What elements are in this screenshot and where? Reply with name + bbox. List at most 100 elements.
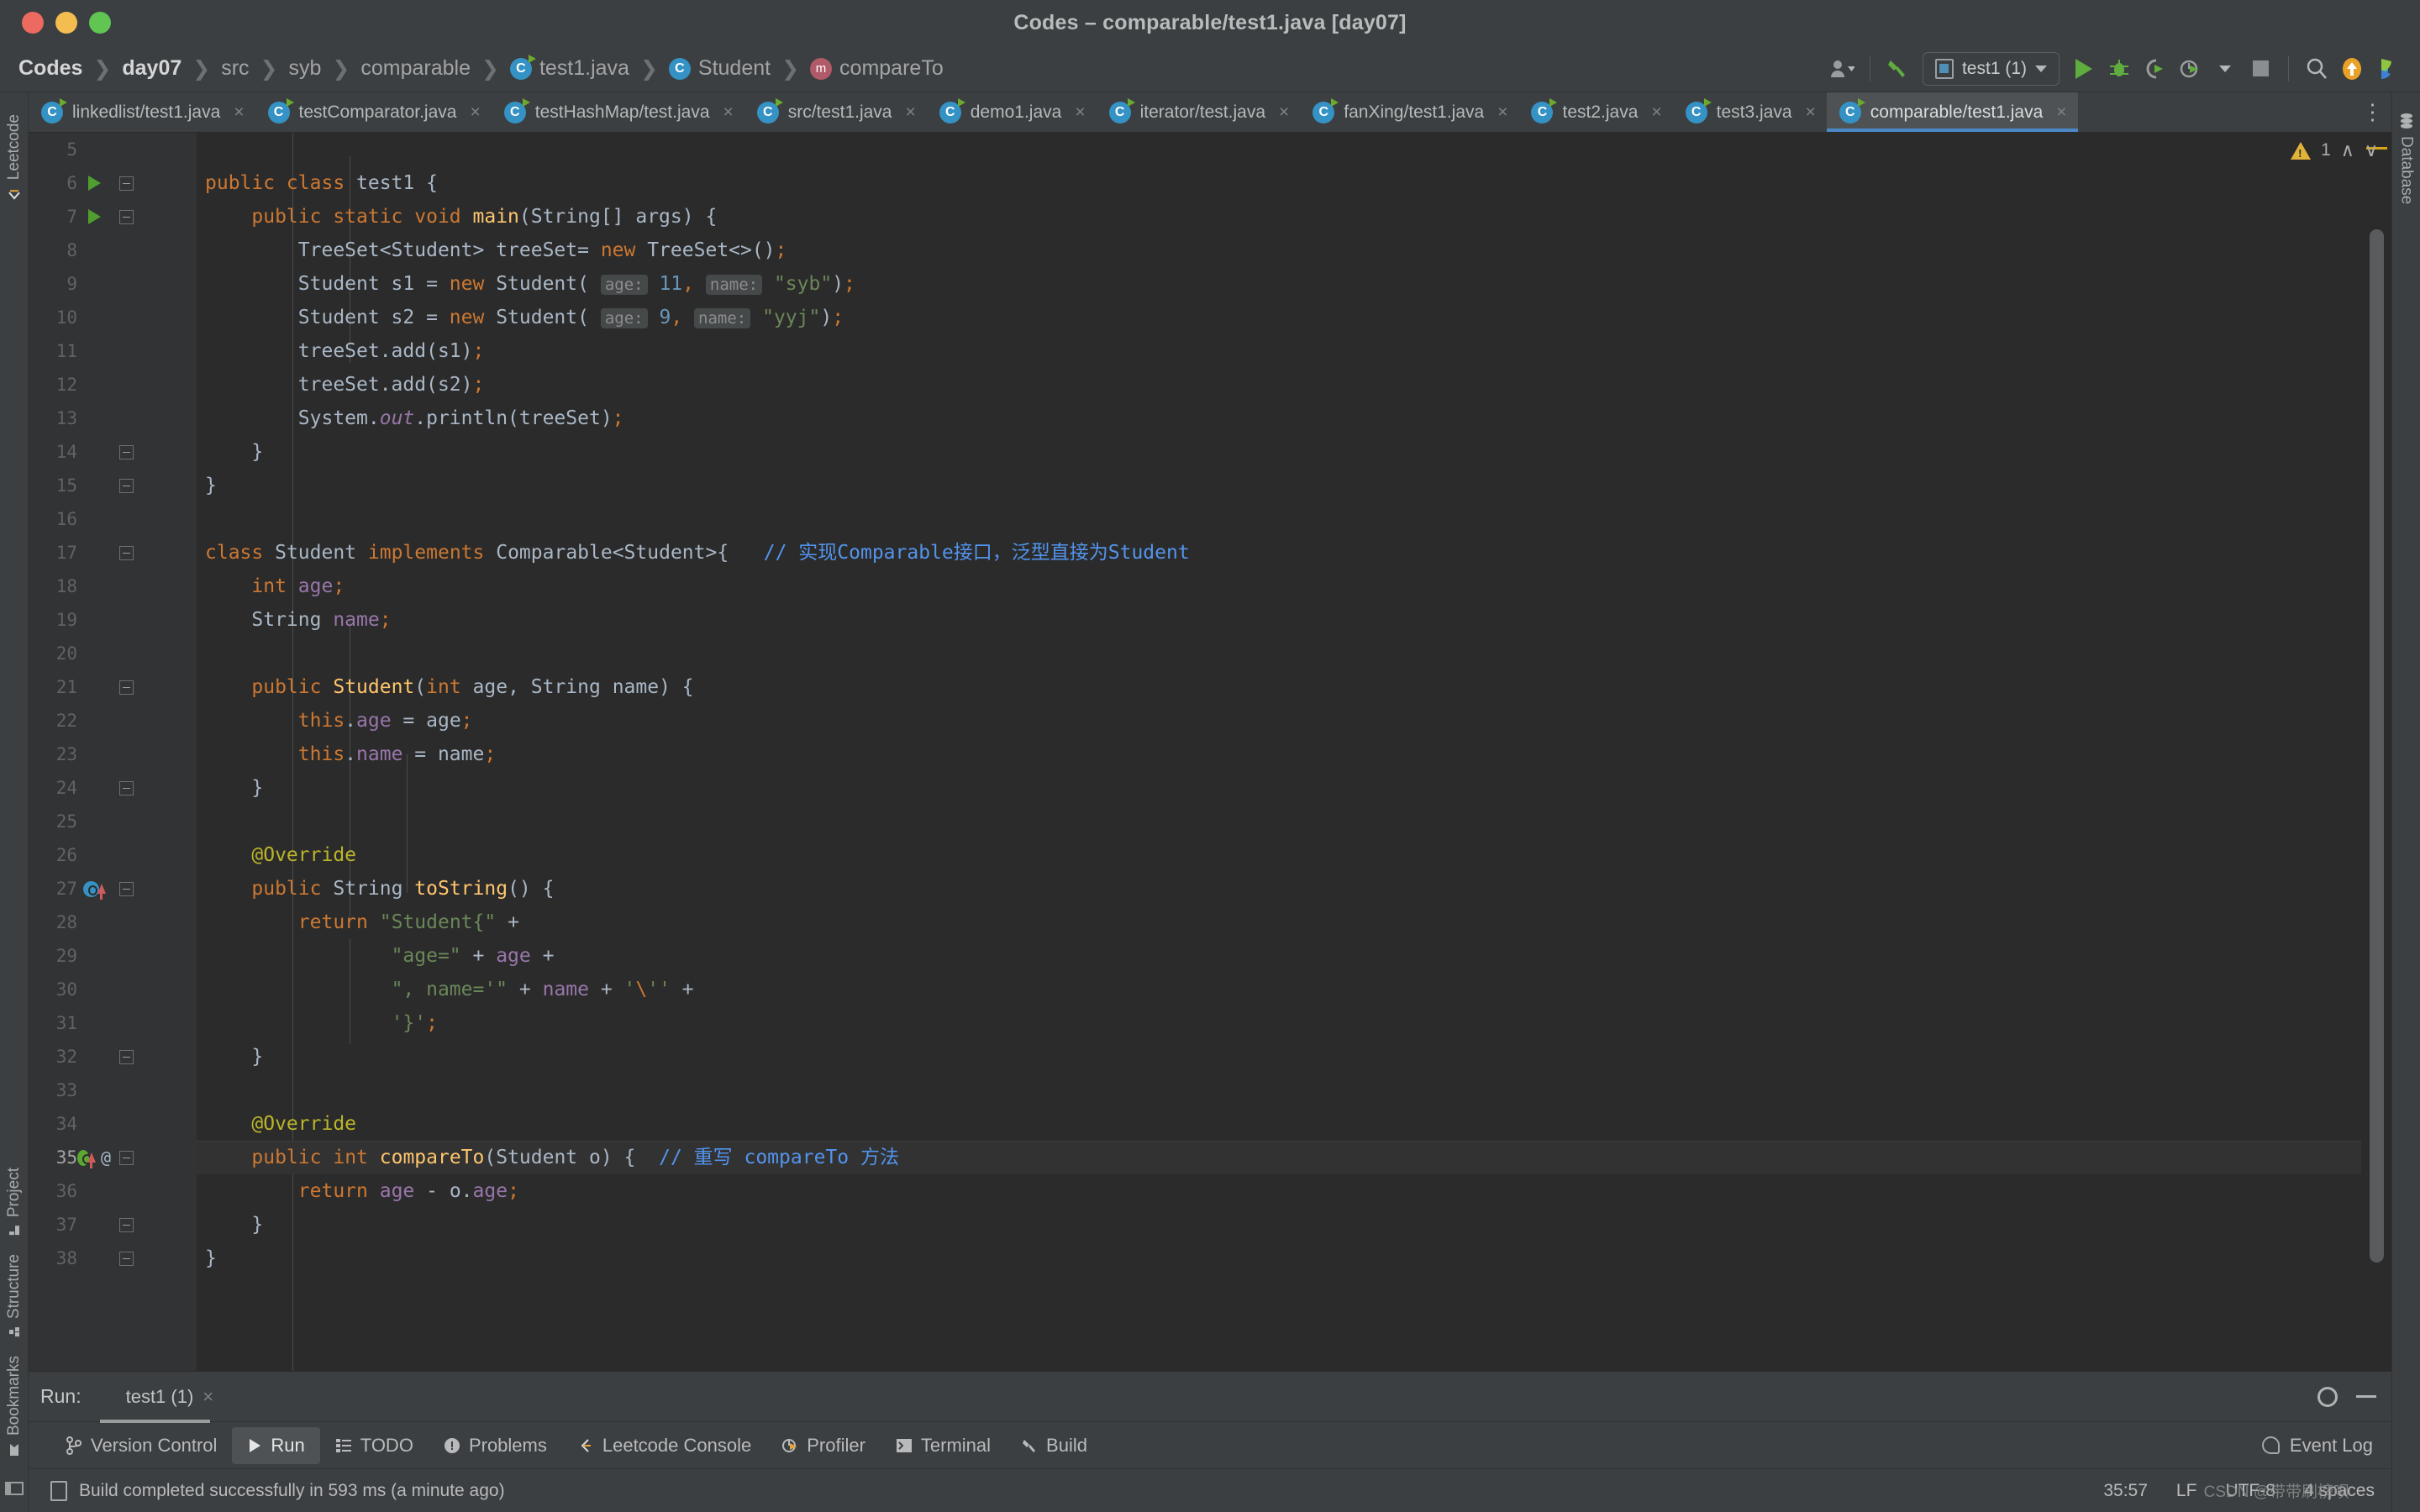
toolwindow-run[interactable]: Run bbox=[232, 1426, 320, 1464]
editor-tab-test2[interactable]: C test2.java × bbox=[1518, 92, 1672, 132]
fold-end-icon[interactable] bbox=[111, 478, 141, 493]
code-line[interactable]: return age - o.age; bbox=[197, 1174, 2361, 1208]
editor-tab-testcomparator[interactable]: C testComparator.java × bbox=[255, 92, 492, 132]
code-line[interactable]: } bbox=[197, 771, 2361, 805]
fold-end-icon[interactable] bbox=[111, 780, 141, 795]
vertical-scrollbar[interactable] bbox=[2370, 133, 2384, 1371]
fold-end-icon[interactable] bbox=[111, 1049, 141, 1064]
code-line[interactable]: '}'; bbox=[197, 1006, 2361, 1040]
breadcrumb-item-syb[interactable]: syb bbox=[288, 56, 321, 81]
code-line[interactable]: Student s1 = new Student( age: 11, name:… bbox=[197, 267, 2361, 301]
toolwindow-todo[interactable]: TODO bbox=[320, 1427, 429, 1464]
code-line[interactable] bbox=[197, 1074, 2361, 1107]
editor-tab-test3[interactable]: C test3.java × bbox=[1673, 92, 1827, 132]
code-line[interactable]: System.out.println(treeSet); bbox=[197, 402, 2361, 435]
build-hammer-button[interactable] bbox=[1881, 51, 1916, 87]
fold-end-icon[interactable] bbox=[111, 1251, 141, 1266]
toolwindow-build[interactable]: Build bbox=[1006, 1427, 1102, 1464]
run-gutter-icon[interactable] bbox=[77, 209, 111, 224]
editor-gutter[interactable]: 5 6 7 8 9 10 11 12 13 14 15 16 17 18 19 20 21 22 23 24 25 26 2… bbox=[29, 133, 197, 1371]
sidebar-item-bookmarks[interactable]: Bookmarks bbox=[5, 1347, 24, 1466]
toolwindow-version-control[interactable]: Version Control bbox=[50, 1427, 232, 1464]
run-button[interactable] bbox=[2066, 51, 2102, 87]
code-line[interactable] bbox=[197, 805, 2361, 838]
code-line[interactable]: treeSet.add(s2); bbox=[197, 368, 2361, 402]
search-everywhere-button[interactable] bbox=[2299, 51, 2334, 87]
toolwindow-leetcode-console[interactable]: Leetcode Console bbox=[562, 1427, 766, 1464]
code-line[interactable]: public static void main(String[] args) { bbox=[197, 200, 2361, 234]
code-line[interactable]: } bbox=[197, 1242, 2361, 1275]
fold-collapse-icon[interactable] bbox=[111, 680, 141, 695]
code-line[interactable] bbox=[197, 502, 2361, 536]
fold-collapse-icon[interactable] bbox=[111, 545, 141, 560]
previous-problem-icon[interactable]: ∧ bbox=[2341, 139, 2354, 161]
close-tab-icon[interactable]: × bbox=[905, 102, 915, 123]
code-line[interactable]: Student s2 = new Student( age: 9, name: … bbox=[197, 301, 2361, 334]
event-log-button[interactable]: Event Log bbox=[2261, 1435, 2391, 1457]
close-tab-icon[interactable]: × bbox=[1806, 102, 1816, 123]
editor-tab-testhashmap-test[interactable]: C testHashMap/test.java × bbox=[492, 92, 744, 132]
code-line[interactable]: } bbox=[197, 435, 2361, 469]
fold-collapse-icon[interactable] bbox=[111, 881, 141, 896]
sidebar-item-structure[interactable]: Structure bbox=[5, 1246, 24, 1347]
fold-collapse-icon[interactable] bbox=[111, 209, 141, 224]
editor-scrollbar-area[interactable] bbox=[2361, 133, 2391, 1371]
code-line[interactable]: @Override bbox=[197, 838, 2361, 872]
code-line[interactable]: public Student(int age, String name) { bbox=[197, 670, 2361, 704]
breadcrumb-item-codes[interactable]: Codes bbox=[18, 56, 82, 81]
next-problem-icon[interactable]: ∨ bbox=[2365, 139, 2378, 161]
sidebar-item-project[interactable]: Project bbox=[5, 1159, 24, 1246]
close-tab-icon[interactable]: × bbox=[234, 102, 244, 123]
user-account-button[interactable] bbox=[1824, 51, 1860, 87]
run-with-coverage-button[interactable] bbox=[2137, 51, 2172, 87]
editor-tab-fanxing-test1[interactable]: C fanXing/test1.java × bbox=[1300, 92, 1518, 132]
editor-tab-linkedlist-test1[interactable]: C linkedlist/test1.java × bbox=[29, 92, 255, 132]
code-line[interactable]: public int compareTo(Student o) { // 重写 … bbox=[197, 1141, 2361, 1174]
breadcrumb-item-student[interactable]: C Student bbox=[668, 56, 771, 81]
code-line[interactable] bbox=[197, 637, 2361, 670]
code-line[interactable]: public class test1 { bbox=[197, 166, 2361, 200]
code-line[interactable] bbox=[197, 133, 2361, 166]
breadcrumb-item-test1-java[interactable]: C test1.java bbox=[509, 54, 629, 81]
profiler-dropdown-button[interactable] bbox=[2207, 51, 2243, 87]
close-tab-icon[interactable]: × bbox=[1497, 102, 1507, 123]
editor-tab-src-test1[interactable]: C src/test1.java × bbox=[744, 92, 927, 132]
fold-end-icon[interactable] bbox=[111, 444, 141, 459]
fold-collapse-icon[interactable] bbox=[111, 176, 141, 191]
sidebar-item-database[interactable]: Database bbox=[2397, 104, 2416, 213]
close-tab-icon[interactable]: × bbox=[470, 102, 480, 123]
run-configuration-selector[interactable]: test1 (1) bbox=[1922, 51, 2060, 86]
breadcrumb-item-src[interactable]: src bbox=[221, 56, 249, 81]
run-gutter-icon[interactable] bbox=[77, 176, 111, 191]
code-line[interactable]: ", name='" + name + '\'' + bbox=[197, 973, 2361, 1006]
code-line[interactable]: TreeSet<Student> treeSet= new TreeSet<>(… bbox=[197, 234, 2361, 267]
tab-list-menu-button[interactable]: ⋮ bbox=[2354, 92, 2391, 132]
toolwindow-layout-icon[interactable] bbox=[4, 1481, 24, 1512]
gear-icon[interactable] bbox=[2317, 1386, 2338, 1407]
toolwindow-problems[interactable]: Problems bbox=[429, 1427, 562, 1464]
code-line[interactable]: return "Student{" + bbox=[197, 906, 2361, 939]
override-method-gutter-icon[interactable] bbox=[77, 880, 111, 900]
ide-assistant-button[interactable] bbox=[2370, 51, 2405, 87]
run-session-tab[interactable]: test1 (1) × bbox=[99, 1386, 223, 1423]
hide-panel-icon[interactable] bbox=[2356, 1395, 2376, 1398]
code-line[interactable]: @Override bbox=[197, 1107, 2361, 1141]
line-separator[interactable]: LF bbox=[2176, 1481, 2197, 1501]
code-line[interactable]: treeSet.add(s1); bbox=[197, 334, 2361, 368]
close-tab-icon[interactable]: × bbox=[2056, 102, 2066, 123]
code-line[interactable]: String name; bbox=[197, 603, 2361, 637]
profiler-button[interactable] bbox=[2172, 51, 2207, 87]
editor-tab-demo1[interactable]: C demo1.java × bbox=[927, 92, 1097, 132]
breadcrumb-item-comparable[interactable]: comparable bbox=[360, 56, 471, 81]
code-line[interactable]: } bbox=[197, 1208, 2361, 1242]
breadcrumb-item-day07[interactable]: day07 bbox=[122, 56, 182, 81]
code-line[interactable]: public String toString() { bbox=[197, 872, 2361, 906]
close-run-session-icon[interactable]: × bbox=[203, 1386, 213, 1408]
inspection-widget[interactable]: 1 ∧ ∨ bbox=[2282, 133, 2386, 168]
toolwindow-profiler[interactable]: Profiler bbox=[766, 1427, 881, 1464]
code-line[interactable]: "age=" + age + bbox=[197, 939, 2361, 973]
code-line[interactable]: } bbox=[197, 1040, 2361, 1074]
sidebar-item-leetcode[interactable]: Leetcode bbox=[5, 106, 24, 210]
caret-position[interactable]: 35:57 bbox=[2103, 1481, 2148, 1501]
fold-collapse-icon[interactable] bbox=[111, 1150, 141, 1165]
